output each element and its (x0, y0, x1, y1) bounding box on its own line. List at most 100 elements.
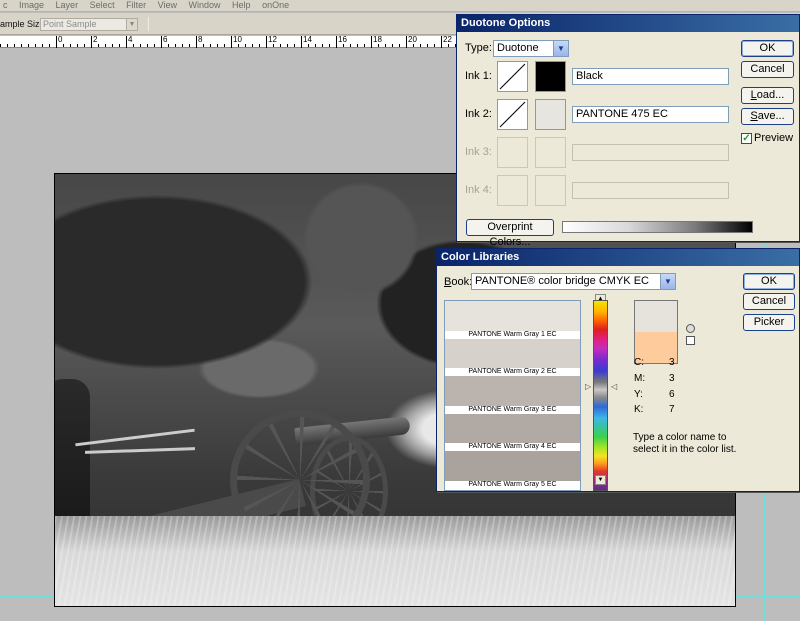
book-label: Book: (444, 276, 473, 288)
menu-item-onone[interactable]: onOne (262, 0, 289, 11)
ok-button[interactable]: OK (743, 273, 795, 290)
image-grass (55, 516, 735, 606)
sample-size-value: Point Sample (43, 19, 97, 29)
color-spectrum-slider[interactable] (593, 300, 608, 491)
menu-item-window[interactable]: Window (189, 0, 221, 11)
ruler-label: 6 (163, 35, 168, 44)
menu-bar: c Image Layer Select Filter View Window … (0, 0, 800, 12)
slider-right-arrow-icon[interactable]: ◁ (611, 382, 617, 391)
menu-item-image[interactable]: Image (19, 0, 44, 11)
cancel-button[interactable]: Cancel (741, 61, 794, 78)
ruler-label: 16 (338, 35, 347, 44)
toolbar-divider (148, 17, 149, 31)
color-name: PANTONE Warm Gray 3 EC (445, 405, 580, 414)
black-value: 7 (669, 404, 675, 415)
color-list[interactable]: PANTONE Warm Gray 1 EC PANTONE Warm Gray… (444, 300, 581, 491)
cyan-value: 3 (669, 357, 675, 368)
scroll-down-icon[interactable]: ▼ (595, 475, 606, 485)
new-color-preview (635, 301, 677, 332)
type-value: Duotone (497, 42, 539, 54)
curve-icon (499, 63, 526, 90)
color-name: PANTONE Warm Gray 5 EC (445, 480, 580, 489)
magenta-value: 3 (669, 373, 675, 384)
cyan-label: C: (634, 357, 644, 368)
chevron-down-icon: ▼ (126, 19, 137, 30)
color-name: PANTONE Warm Gray 2 EC (445, 368, 580, 376)
color-chip (445, 451, 580, 481)
ruler-label: 12 (268, 35, 277, 44)
ink4-label: Ink 4: (465, 184, 492, 196)
menu-item-help[interactable]: Help (232, 0, 251, 11)
book-dropdown[interactable]: PANTONE® color bridge CMYK EC ▼ (471, 273, 676, 290)
color-list-item[interactable]: PANTONE Warm Gray 3 EC (445, 376, 580, 414)
type-label: Type: (465, 42, 492, 54)
ink2-curve-button[interactable] (497, 99, 528, 130)
ruler-label: 0 (58, 35, 63, 44)
ruler-label: 2 (93, 35, 98, 44)
ink3-curve-button (497, 137, 528, 168)
ink1-color-swatch[interactable] (535, 61, 566, 92)
color-chip (445, 301, 580, 331)
ink1-name-field[interactable]: Black (572, 68, 729, 85)
ink3-name-field (572, 144, 729, 161)
ink4-curve-button (497, 175, 528, 206)
ink1-curve-button[interactable] (497, 61, 528, 92)
ink3-label: Ink 3: (465, 146, 492, 158)
book-value: PANTONE® color bridge CMYK EC (475, 275, 649, 287)
menu-item-view[interactable]: View (158, 0, 177, 11)
chevron-down-icon: ▼ (660, 274, 675, 289)
cancel-button[interactable]: Cancel (743, 293, 795, 310)
curve-icon (499, 101, 526, 128)
color-list-item-selected[interactable]: PANTONE Warm Gray 1 EC (445, 301, 580, 339)
menu-item[interactable]: c (3, 0, 8, 11)
save-button[interactable]: Save... (741, 108, 794, 125)
color-preview (634, 300, 678, 364)
ruler-label: 18 (373, 35, 382, 44)
color-list-item[interactable]: PANTONE Warm Gray 5 EC (445, 451, 580, 489)
yellow-label: Y: (634, 389, 643, 400)
ink4-color-swatch (535, 175, 566, 206)
color-chip (445, 338, 580, 369)
duotone-ramp-preview (562, 221, 753, 233)
ruler-label: 20 (408, 35, 417, 44)
picker-button[interactable]: Picker (743, 314, 795, 331)
load-button[interactable]: Load... (741, 87, 794, 104)
color-list-item[interactable]: PANTONE Warm Gray 2 EC (445, 338, 580, 376)
duotone-options-dialog: Duotone Options Type: Duotone ▼ Ink 1: B… (456, 14, 800, 248)
hint-text: Type a color name to select it in the co… (633, 432, 737, 455)
preview-checkbox[interactable]: ✓ (741, 133, 752, 144)
ink1-label: Ink 1: (465, 70, 492, 82)
color-chip (445, 376, 580, 406)
ruler-label: 10 (233, 35, 242, 44)
color-libraries-dialog: Color Libraries Book: PANTONE® color bri… (436, 248, 800, 492)
sample-size-select[interactable]: Point Sample ▼ (40, 18, 138, 31)
black-label: K: (634, 404, 644, 415)
color-chip (445, 413, 580, 444)
magenta-label: M: (634, 373, 646, 384)
overprint-colors-button[interactable]: Overprint Colors... (466, 219, 554, 248)
ink2-label: Ink 2: (465, 108, 492, 120)
ink2-name-field[interactable]: PANTONE 475 EC (572, 106, 729, 123)
color-list-item[interactable]: PANTONE Warm Gray 4 EC (445, 413, 580, 451)
menu-item-layer[interactable]: Layer (56, 0, 79, 11)
dialog-title[interactable]: Color Libraries (437, 249, 799, 266)
ink4-name-field (572, 182, 729, 199)
ruler-label: 22 (443, 35, 452, 44)
menu-item-select[interactable]: Select (90, 0, 115, 11)
preview-label: Preview (754, 132, 794, 144)
ruler-label: 14 (303, 35, 312, 44)
ok-button[interactable]: OK (741, 40, 794, 57)
yellow-value: 6 (669, 389, 675, 400)
slider-left-arrow-icon[interactable]: ▷ (585, 382, 591, 391)
web-safe-icon[interactable] (686, 336, 695, 345)
guide-line[interactable] (37, 49, 38, 621)
dialog-title[interactable]: Duotone Options (457, 15, 799, 32)
ruler-label: 4 (128, 35, 133, 44)
gamut-warning-icon[interactable] (686, 324, 695, 333)
ink2-color-swatch[interactable] (535, 99, 566, 130)
image-soldier (55, 379, 90, 519)
menu-item-filter[interactable]: Filter (126, 0, 146, 11)
chevron-down-icon: ▼ (553, 41, 568, 56)
ruler-label: 8 (198, 35, 203, 44)
type-dropdown[interactable]: Duotone ▼ (493, 40, 569, 57)
